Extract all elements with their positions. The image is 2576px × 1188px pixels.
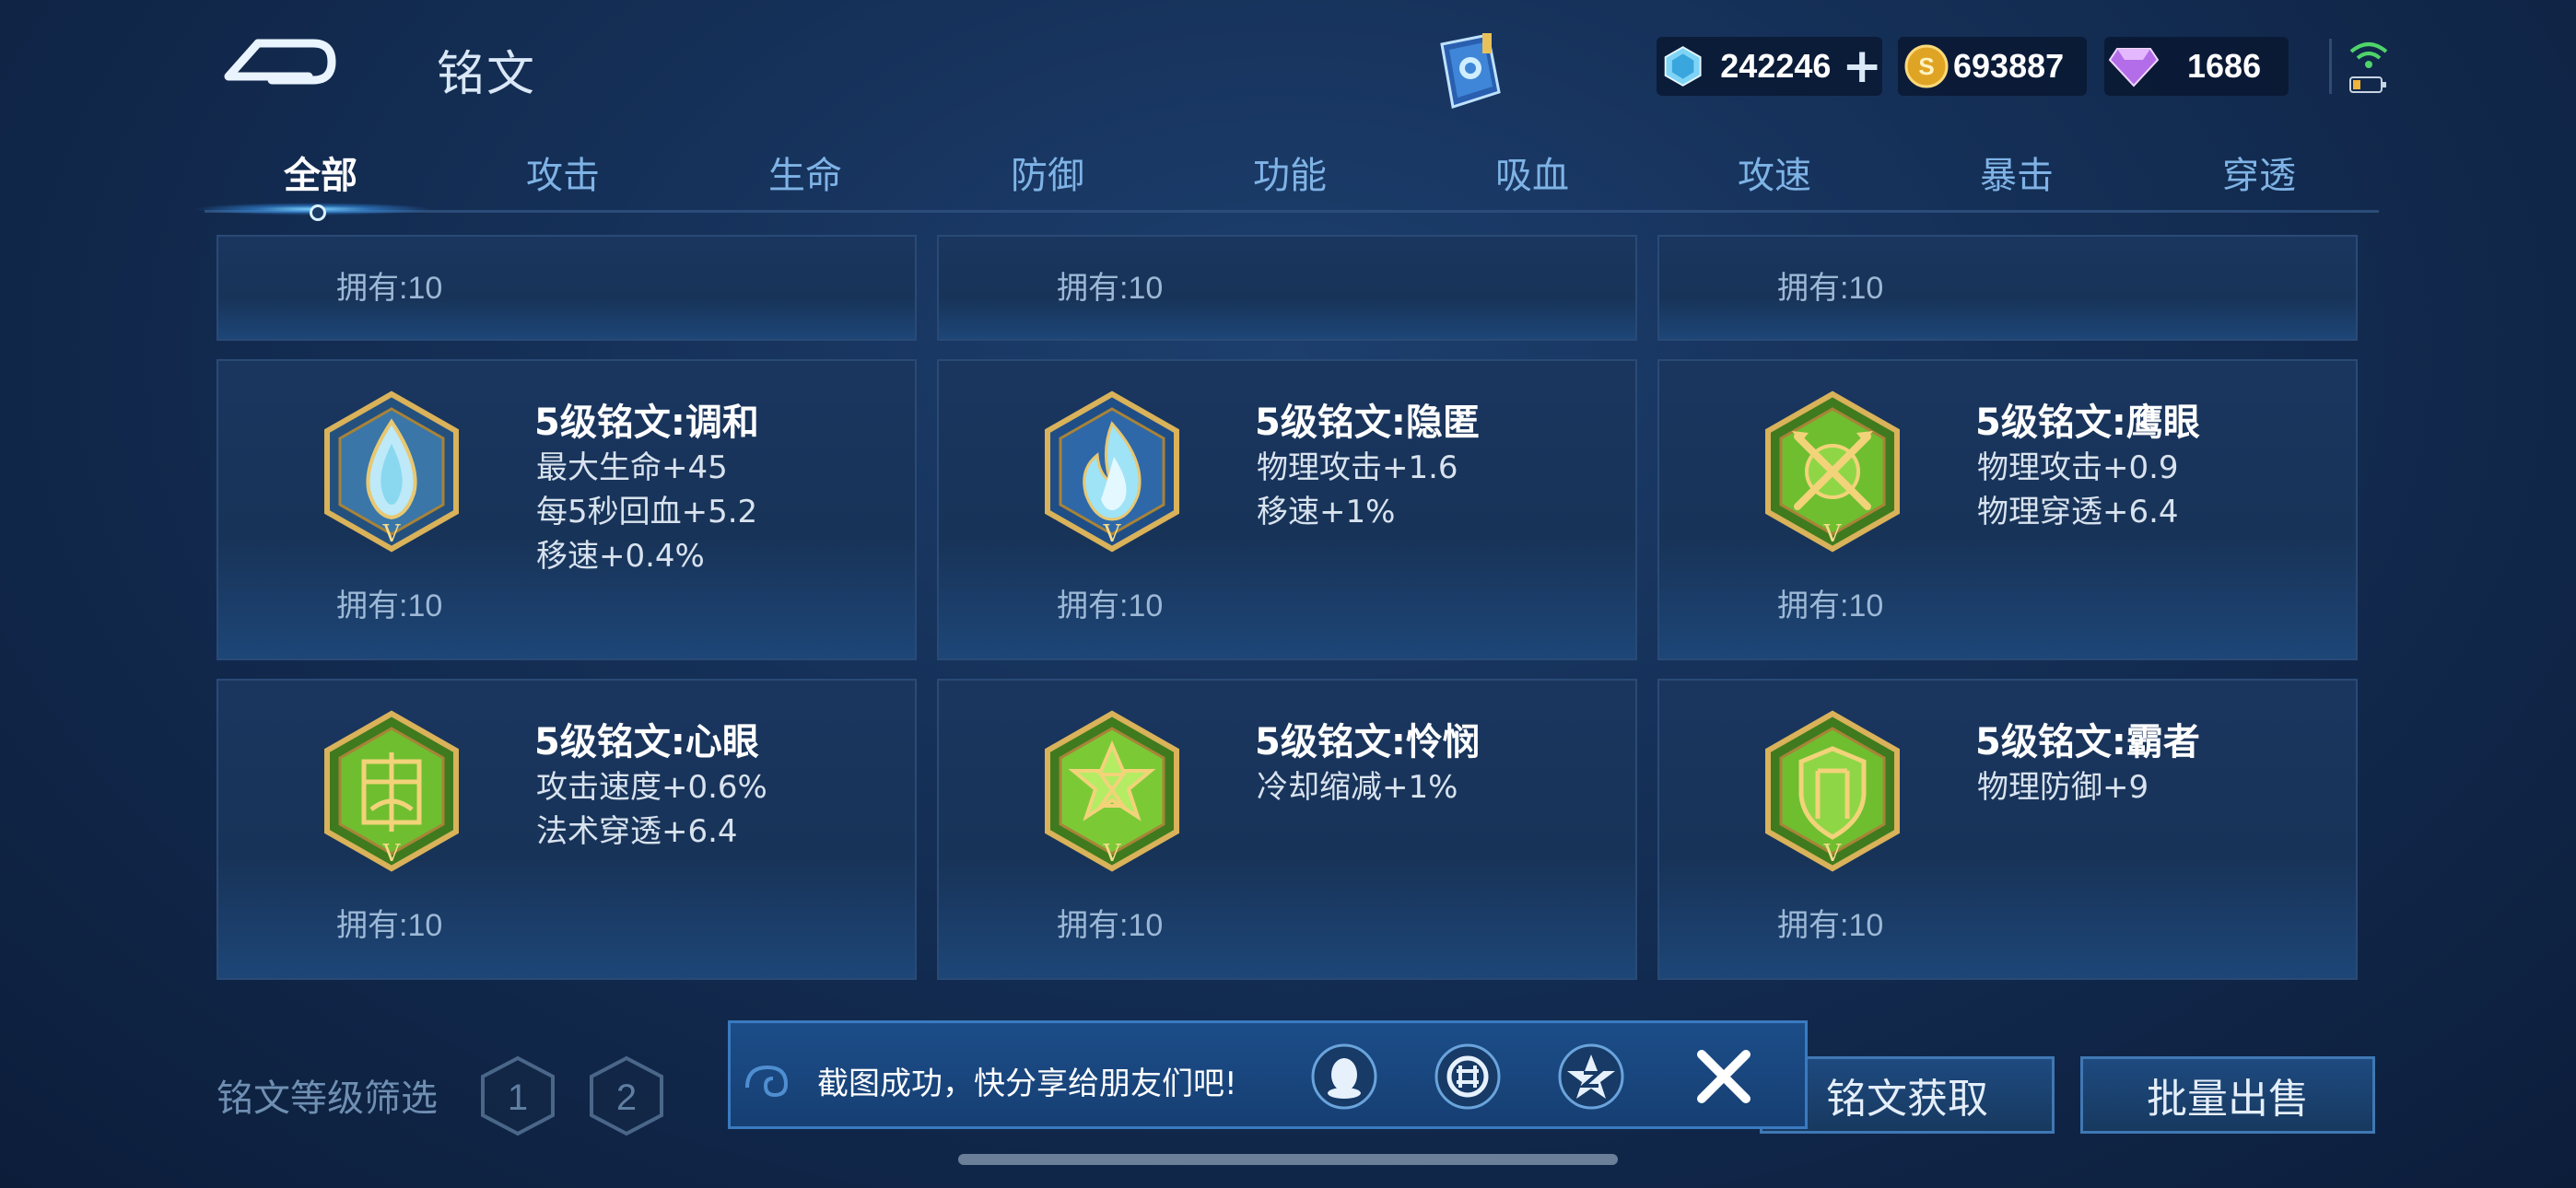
toast-message: 截图成功，快分享给朋友们吧! [817, 1066, 1237, 1102]
active-tab-indicator [310, 204, 326, 221]
home-indicator[interactable] [958, 1154, 1618, 1165]
inscription-card-partial[interactable]: 拥有:10 [1657, 235, 2358, 341]
tab-defense[interactable]: 防御 [974, 146, 1121, 199]
back-button[interactable] [221, 32, 341, 97]
inscription-card-eagle-eye[interactable]: V 5级铭文:鹰眼 物理攻击+0.9 物理穿透+6.4 拥有:10 [1657, 359, 2358, 660]
card-title: 5级铭文:霸者 [1975, 721, 2200, 763]
gold-counter: S 693887 [1898, 37, 2087, 96]
stat-line: 移速+0.4% [536, 538, 705, 575]
stat-line: 物理穿透+6.4 [1977, 494, 2179, 530]
stat-line: 攻击速度+0.6% [536, 769, 767, 806]
level-filter-2[interactable]: 2 [588, 1054, 665, 1137]
stat-line: 法术穿透+6.4 [536, 813, 738, 850]
cloud-swirl-icon [745, 1065, 789, 1098]
inscription-card-overlord[interactable]: V 5级铭文:霸者 物理防御+9 拥有:10 [1657, 679, 2358, 980]
svg-text:V: V [1103, 840, 1122, 868]
blue-diamond-icon [1664, 46, 1702, 87]
gold-value: 693887 [1953, 47, 2065, 85]
owned-count: 拥有:10 [1057, 908, 1164, 943]
svg-text:V: V [1823, 520, 1843, 548]
stat-line: 物理攻击+1.6 [1257, 449, 1458, 486]
card-stats: 物理攻击+1.6 移速+1% [1257, 446, 1458, 534]
tab-utility[interactable]: 功能 [1216, 146, 1364, 199]
card-stats: 攻击速度+0.6% 法术穿透+6.4 [536, 765, 767, 854]
shield-icon: V [1765, 710, 1900, 872]
stat-line: 每5秒回血+5.2 [536, 494, 758, 530]
stat-line: 物理防御+9 [1977, 769, 2149, 806]
inscription-card-heart-eye[interactable]: V 5级铭文:心眼 攻击速度+0.6% 法术穿透+6.4 拥有:10 [217, 679, 917, 980]
qq-icon[interactable] [1309, 1042, 1379, 1112]
qzone-icon[interactable] [1556, 1042, 1626, 1112]
wechat-moments-icon[interactable] [1433, 1042, 1503, 1112]
inscription-card-harmony[interactable]: V 5级铭文:调和 最大生命+45 每5秒回血+5.2 移速+0.4% 拥有:1… [217, 359, 917, 660]
card-title: 5级铭文:怜悯 [1255, 721, 1480, 763]
tab-attack[interactable]: 攻击 [489, 146, 637, 199]
stat-line: 冷却缩减+1% [1257, 769, 1458, 806]
crossed-arrows-icon: V [1765, 390, 1900, 553]
wifi-icon [2348, 37, 2390, 101]
leaf-sigil-icon: V [324, 710, 459, 872]
back-arrow-icon [224, 39, 336, 85]
owned-count: 拥有:10 [1057, 588, 1164, 623]
owned-count: 拥有:10 [1057, 271, 1164, 306]
card-title: 5级铭文:隐匿 [1255, 402, 1480, 444]
purple-gem-icon [2108, 48, 2160, 87]
svg-text:V: V [1103, 520, 1122, 548]
svg-text:V: V [1823, 840, 1843, 868]
water-drop-icon: V [324, 390, 459, 553]
inscription-card-mercy[interactable]: V 5级铭文:怜悯 冷却缩减+1% 拥有:10 [937, 679, 1637, 980]
stat-line: 最大生命+45 [536, 449, 728, 486]
inscription-card-partial[interactable]: 拥有:10 [217, 235, 917, 341]
tab-lifesteal[interactable]: 吸血 [1458, 146, 1606, 199]
close-icon[interactable] [1689, 1042, 1759, 1112]
svg-text:V: V [382, 520, 402, 548]
gem-counter: 1686 [2104, 37, 2289, 96]
stat-line: 移速+1% [1257, 494, 1396, 530]
diamond-coupon-counter: 242246 + [1657, 37, 1882, 96]
tab-health[interactable]: 生命 [732, 146, 879, 199]
owned-count: 拥有:10 [1777, 271, 1884, 306]
inscription-card-partial[interactable]: 拥有:10 [937, 235, 1637, 341]
diamond-coupon-value: 242246 [1720, 47, 1832, 85]
owned-count: 拥有:10 [336, 908, 443, 943]
owned-count: 拥有:10 [336, 588, 443, 623]
screenshot-share-toast: 截图成功，快分享给朋友们吧! [728, 1020, 1808, 1129]
status-divider [2329, 39, 2332, 94]
inscription-book-icon[interactable] [1423, 28, 1512, 116]
card-stats: 最大生命+45 每5秒回血+5.2 移速+0.4% [536, 446, 757, 578]
gem-value: 1686 [2187, 47, 2262, 85]
svg-text:2: 2 [616, 1077, 637, 1118]
card-title: 5级铭文:鹰眼 [1975, 402, 2200, 444]
card-stats: 物理防御+9 [1977, 765, 2149, 809]
level-filter-1[interactable]: 1 [479, 1054, 556, 1137]
owned-count: 拥有:10 [1777, 908, 1884, 943]
gold-coin-icon: S [1904, 44, 1949, 88]
card-title: 5级铭文:心眼 [534, 721, 759, 763]
svg-text:S: S [1918, 52, 1934, 80]
owned-count: 拥有:10 [1777, 588, 1884, 623]
inscription-card-stealth[interactable]: V 5级铭文:隐匿 物理攻击+1.6 移速+1% 拥有:10 [937, 359, 1637, 660]
card-title: 5级铭文:调和 [534, 402, 759, 444]
tab-all[interactable]: 全部 [247, 146, 394, 199]
card-stats: 物理攻击+0.9 物理穿透+6.4 [1977, 446, 2179, 534]
tab-attack-speed[interactable]: 攻速 [1701, 146, 1848, 199]
svg-text:1: 1 [508, 1077, 528, 1118]
card-stats: 冷却缩减+1% [1257, 765, 1458, 809]
level-filter-label: 铭文等级筛选 [217, 1077, 438, 1120]
tab-penetration[interactable]: 穿透 [2185, 146, 2333, 199]
stat-line: 物理攻击+0.9 [1977, 449, 2179, 486]
tab-critical[interactable]: 暴击 [1943, 146, 2090, 199]
batch-sell-button[interactable]: 批量出售 [2080, 1056, 2375, 1134]
svg-text:V: V [382, 840, 402, 868]
owned-count: 拥有:10 [336, 271, 443, 306]
page-title: 铭文 [437, 47, 537, 102]
blue-flame-icon: V [1045, 390, 1179, 553]
add-currency-button[interactable]: + [1842, 42, 1882, 90]
star-hourglass-icon: V [1045, 710, 1179, 872]
tab-underline [205, 210, 2379, 213]
